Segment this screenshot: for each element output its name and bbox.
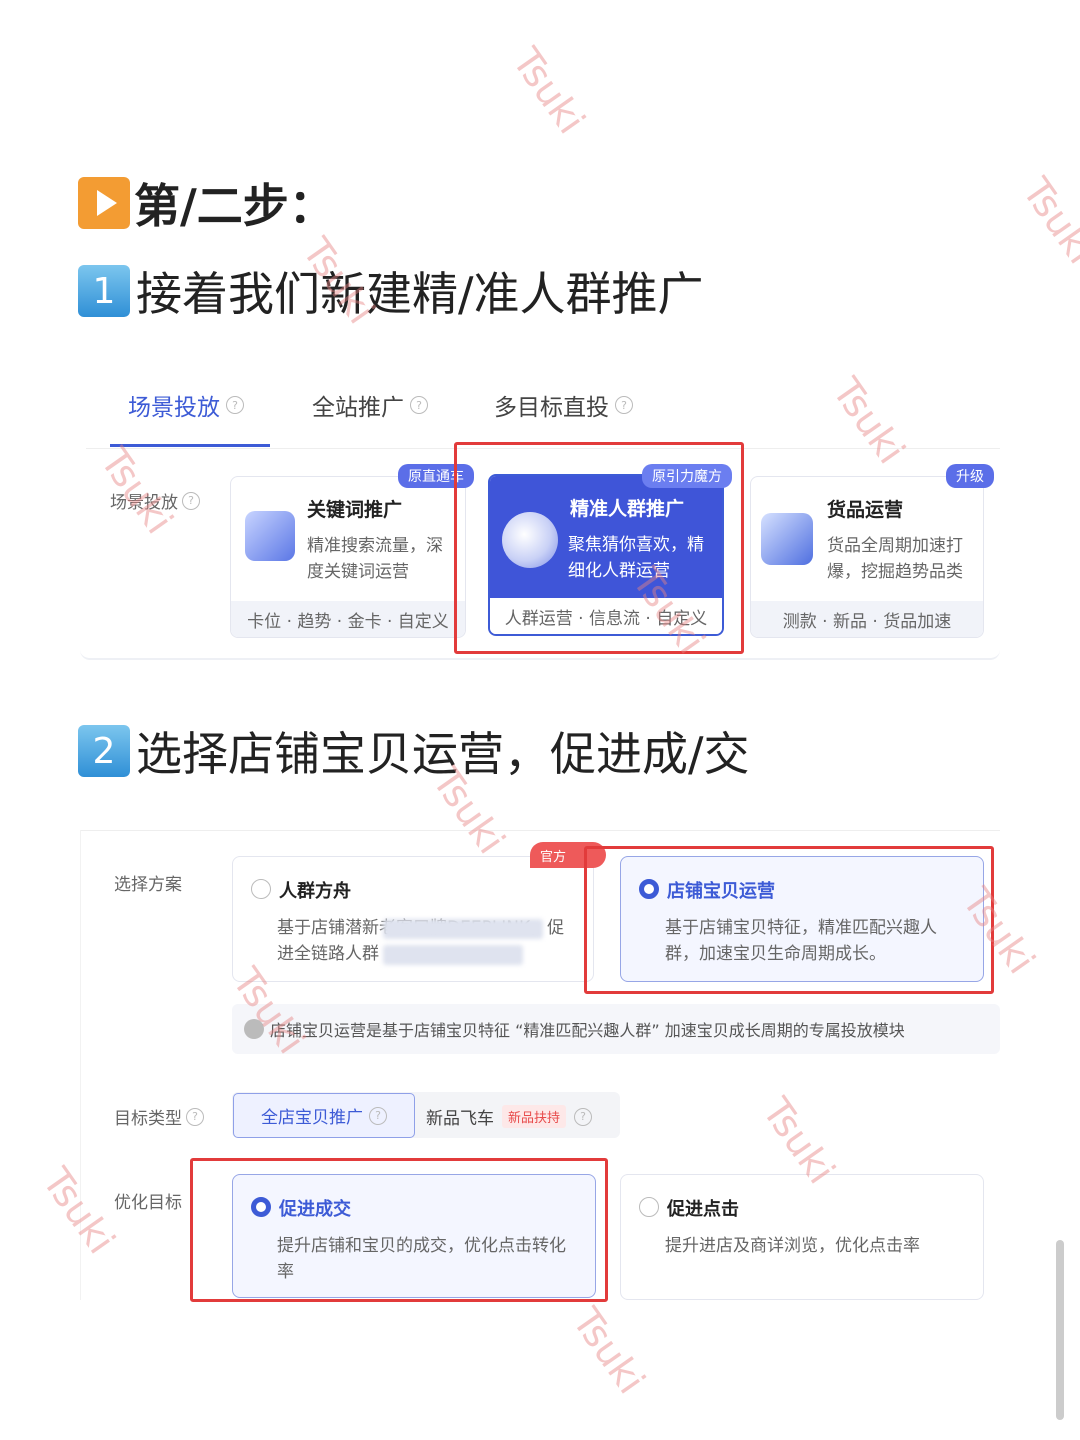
plan-note: 店铺宝贝运营是基于店铺宝贝特征 “精准匹配兴趣人群” 加速宝贝成长周期的专属投放… xyxy=(232,1004,1000,1054)
target-new-product[interactable]: 新品飞车 新品扶持 ? xyxy=(426,1104,593,1129)
card-goods-title: 货品运营 xyxy=(827,499,904,521)
keycap-two-icon: 2 xyxy=(78,725,130,777)
redacted-block xyxy=(383,919,543,939)
watermark: Tsuki xyxy=(33,1160,124,1262)
sub-heading-1-text: 接着我们新建精/准人群推广 xyxy=(136,267,704,321)
scene-label: 场景投放? xyxy=(110,488,200,513)
help-icon[interactable]: ? xyxy=(615,396,633,414)
plan-note-text: 店铺宝贝运营是基于店铺宝贝特征 “精准匹配兴趣人群” 加速宝贝成长周期的专属投放… xyxy=(270,1021,905,1040)
radio-promote-click[interactable] xyxy=(639,1197,659,1217)
card-keyword[interactable]: 关键词推广 精准搜索流量，深 度关键词运营 卡位 · 趋势 · 金卡 · 自定义 xyxy=(230,476,466,638)
play-icon xyxy=(78,177,130,229)
panel-left-edge xyxy=(80,830,81,1300)
keycap-one-icon: 1 xyxy=(78,265,130,317)
new-product-badge: 新品扶持 xyxy=(502,1105,567,1128)
step-heading: 第/二步： xyxy=(78,170,335,236)
target-all-goods[interactable]: 全店宝贝推广? xyxy=(233,1093,415,1138)
plan-label: 选择方案 xyxy=(114,875,182,895)
option-audience-ark-title: 人群方舟 xyxy=(279,881,351,902)
tab-fullsite-label: 全站推广 xyxy=(312,395,404,421)
option-promote-click-desc: 提升进店及商详浏览，优化点击率 xyxy=(665,1236,920,1256)
redacted-block xyxy=(383,945,523,965)
target-all-goods-label: 全店宝贝推广 xyxy=(261,1108,363,1128)
card-goods-desc-1: 货品全周期加速打 xyxy=(827,536,963,556)
info-icon xyxy=(244,1019,264,1039)
watermark: Tsuki xyxy=(503,40,594,142)
sub-heading-1: 1 接着我们新建精/准人群推广 xyxy=(78,258,704,324)
sub-heading-2: 2 选择店铺宝贝运营，促进成/交 xyxy=(78,718,750,784)
radio-audience-ark[interactable] xyxy=(251,879,271,899)
help-icon[interactable]: ? xyxy=(226,396,244,414)
card-keyword-desc-2: 度关键词运营 xyxy=(307,562,409,582)
tab-scene-label: 场景投放 xyxy=(128,395,220,421)
optimize-label: 优化目标 xyxy=(114,1193,182,1213)
watermark: Tsuki xyxy=(1013,170,1080,272)
card-keyword-title: 关键词推广 xyxy=(307,499,403,521)
highlight-box-3 xyxy=(190,1158,608,1302)
option-promote-click[interactable]: 促进点击 提升进店及商详浏览，优化点击率 xyxy=(620,1174,984,1300)
step-heading-text: 第/二步： xyxy=(134,179,335,233)
help-icon[interactable]: ? xyxy=(186,1107,204,1126)
highlight-box-1 xyxy=(454,442,744,654)
scene-label-text: 场景投放 xyxy=(110,493,178,513)
target-label: 目标类型? xyxy=(114,1104,204,1129)
tab-scene[interactable]: 场景投放? xyxy=(128,388,244,422)
target-label-text: 目标类型 xyxy=(114,1109,182,1129)
keyword-icon xyxy=(245,511,295,561)
option-audience-ark[interactable]: 人群方舟 基于店铺潜新老客口牌DEEPLINK，促 进全链路人群 xyxy=(232,856,594,982)
panel-top-divider xyxy=(80,830,1000,831)
scrollbar[interactable] xyxy=(1056,1240,1064,1420)
option-promote-click-title: 促进点击 xyxy=(667,1199,739,1220)
sub-heading-2-text: 选择店铺宝贝运营，促进成/交 xyxy=(136,727,750,781)
card-keyword-footer: 卡位 · 趋势 · 金卡 · 自定义 xyxy=(231,601,465,637)
tab-multi-target[interactable]: 多目标直投? xyxy=(494,388,633,422)
tab-underline xyxy=(110,444,270,447)
help-icon[interactable]: ? xyxy=(369,1106,387,1125)
option-audience-ark-desc-2: 进全链路人群 xyxy=(277,944,379,964)
help-icon[interactable]: ? xyxy=(574,1107,593,1126)
card-goods[interactable]: 货品运营 货品全周期加速打 爆，挖掘趋势品类 测款 · 新品 · 货品加速 xyxy=(750,476,984,638)
card-keyword-desc-1: 精准搜索流量，深 xyxy=(307,536,443,556)
tab-multi-target-label: 多目标直投 xyxy=(494,395,609,421)
card-goods-footer: 测款 · 新品 · 货品加速 xyxy=(751,601,983,637)
tab-fullsite[interactable]: 全站推广? xyxy=(312,388,428,422)
watermark: Tsuki xyxy=(563,1300,654,1402)
help-icon[interactable]: ? xyxy=(182,491,200,510)
target-new-product-label: 新品飞车 xyxy=(426,1109,494,1129)
help-icon[interactable]: ? xyxy=(410,396,428,414)
card-goods-badge: 升级 xyxy=(946,464,994,488)
goods-icon xyxy=(761,513,813,565)
highlight-box-2 xyxy=(584,846,994,994)
card-goods-desc-2: 爆，挖掘趋势品类 xyxy=(827,562,963,582)
